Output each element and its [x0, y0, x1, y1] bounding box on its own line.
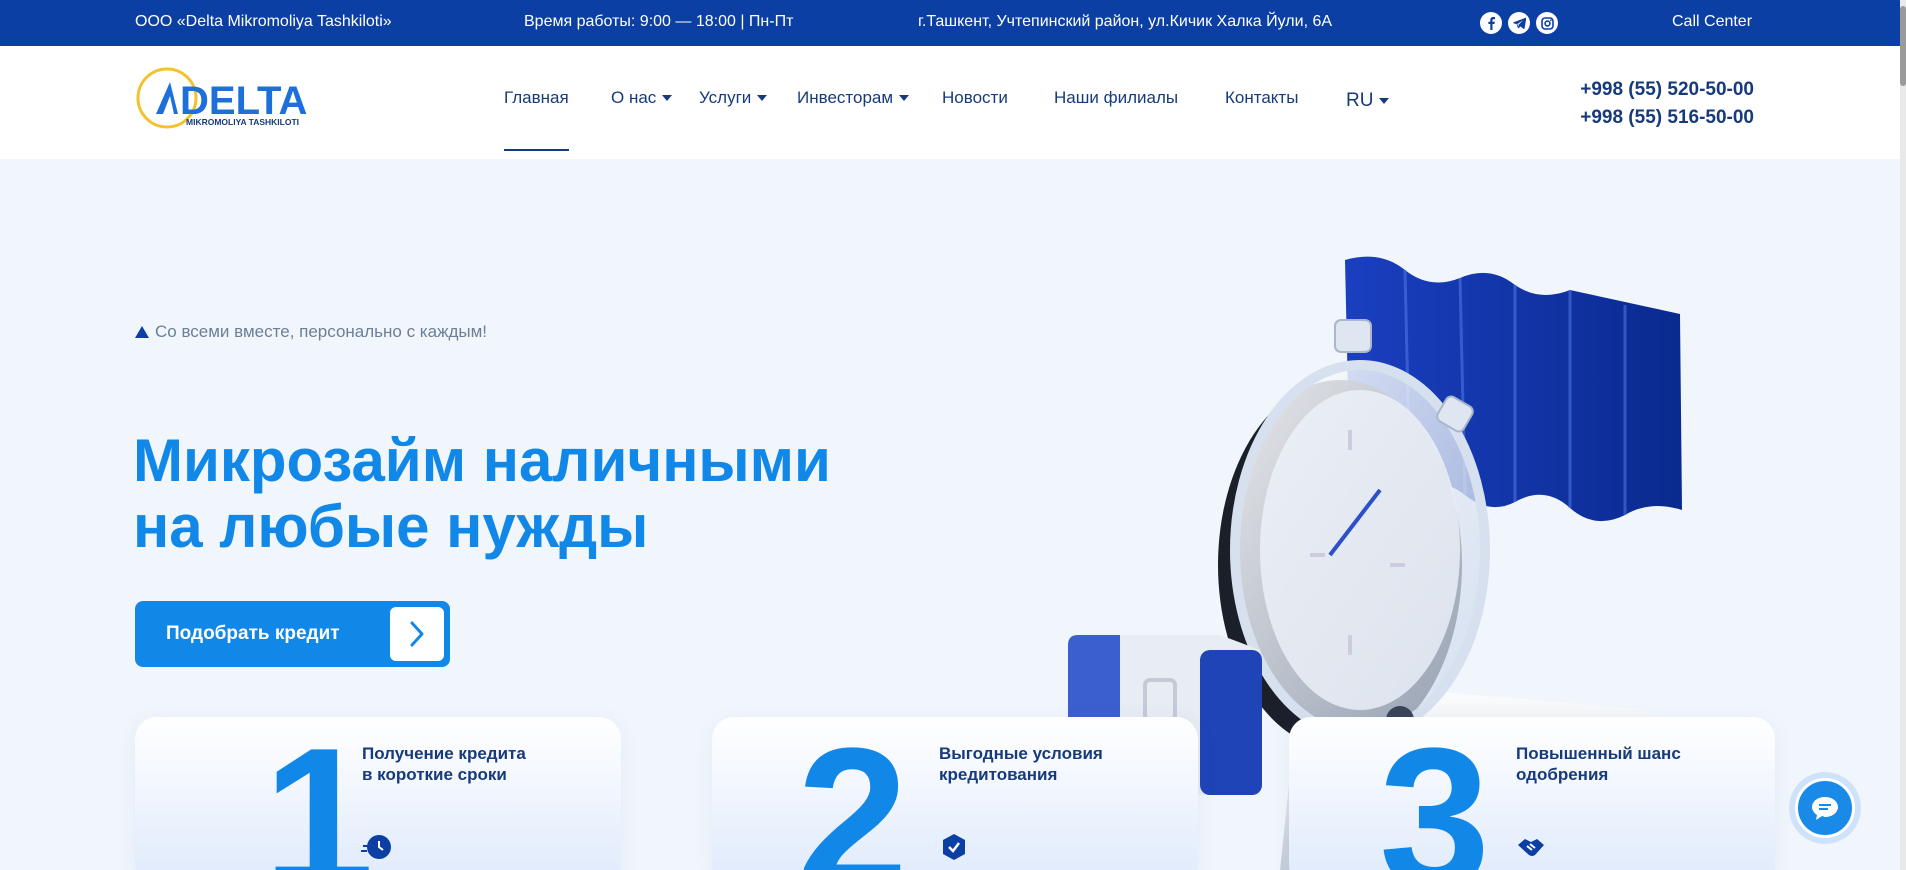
hero-tagline: Со всеми вместе, персонально с каждым! [135, 322, 487, 342]
nav-contacts-label: Контакты [1225, 88, 1299, 107]
hero-title-line1: Микрозайм наличными [133, 427, 831, 494]
clock-icon [361, 831, 393, 863]
check-badge-icon [938, 831, 970, 863]
logo-subtitle: MIKROMOLIYA TASHKILOTI [186, 117, 299, 127]
nav-home[interactable]: Главная [504, 88, 569, 108]
feature-card-1: 1 Получение кредита в короткие сроки [135, 717, 621, 870]
feature-number: 2 [797, 717, 909, 870]
feature-card-2: 2 Выгодные условия кредитования [712, 717, 1198, 870]
feature-number: 3 [1379, 717, 1491, 870]
chevron-down-icon [662, 95, 673, 101]
nav-contacts[interactable]: Контакты [1225, 88, 1298, 108]
handshake-icon [1515, 831, 1547, 863]
nav-news-label: Новости [942, 88, 1008, 107]
hero-title-line2: на любые нужды [133, 493, 649, 560]
nav-active-indicator [504, 149, 569, 151]
instagram-icon[interactable] [1536, 12, 1558, 34]
nav-services[interactable]: Услуги [699, 88, 768, 108]
feature-text: Получение кредита в короткие сроки [362, 744, 526, 784]
tagline-text: Со всеми вместе, персонально с каждым! [155, 322, 487, 341]
scrollbar-track[interactable] [1900, 0, 1906, 870]
triangle-icon [135, 326, 149, 338]
chat-bubble-icon [1795, 778, 1855, 838]
call-center-link[interactable]: Call Center [1672, 13, 1752, 31]
feature-card-3: 3 Повышенный шанс одобрения [1289, 717, 1775, 870]
nav-news[interactable]: Новости [942, 88, 1008, 108]
feature-number: 1 [263, 717, 375, 870]
delta-logo[interactable]: DELTA MIKROMOLIYA TASHKILOTI [134, 66, 324, 130]
chevron-down-icon [757, 95, 768, 101]
top-info-bar: ООО «Delta Mikromoliya Tashkiloti» Время… [0, 0, 1900, 46]
feature-text: Выгодные условия кредитования [939, 744, 1103, 784]
nav-branches[interactable]: Наши филиалы [1054, 88, 1178, 108]
phone-1[interactable]: +998 (55) 520-50-00 [1580, 76, 1754, 104]
telegram-icon[interactable] [1508, 12, 1530, 34]
working-hours: Время работы: 9:00 — 18:00 | Пн-Пт [524, 13, 794, 30]
nav-home-label: Главная [504, 88, 569, 107]
phone-2[interactable]: +998 (55) 516-50-00 [1580, 104, 1754, 132]
feature-text: Повышенный шанс одобрения [1516, 744, 1681, 784]
scrollbar-thumb[interactable] [1900, 6, 1906, 86]
cta-label: Подобрать кредит [166, 623, 340, 644]
nav-investors[interactable]: Инвесторам [797, 88, 910, 108]
arrow-right-icon [390, 607, 444, 661]
nav-branches-label: Наши филиалы [1054, 88, 1179, 107]
select-credit-button[interactable]: Подобрать кредит [135, 601, 450, 667]
language-label: RU [1346, 90, 1374, 111]
main-header: DELTA MIKROMOLIYA TASHKILOTI Главная О н… [0, 46, 1900, 159]
language-selector[interactable]: RU [1346, 90, 1390, 112]
company-name: ООО «Delta Mikromoliya Tashkiloti» [135, 13, 392, 30]
nav-investors-label: Инвесторам [797, 88, 894, 107]
chat-widget-button[interactable] [1789, 772, 1861, 844]
hero-title: Микрозайм наличными на любые нужды [133, 428, 831, 560]
chevron-down-icon [899, 95, 910, 101]
nav-about[interactable]: О нас [611, 88, 673, 108]
nav-about-label: О нас [611, 88, 657, 107]
chevron-down-icon [1379, 98, 1390, 104]
facebook-icon[interactable] [1480, 12, 1502, 34]
social-links [1480, 12, 1558, 34]
address: г.Ташкент, Учтепинский район, ул.Кичик Х… [918, 13, 1333, 30]
phone-numbers: +998 (55) 520-50-00 +998 (55) 516-50-00 [1580, 76, 1754, 132]
nav-services-label: Услуги [699, 88, 752, 107]
